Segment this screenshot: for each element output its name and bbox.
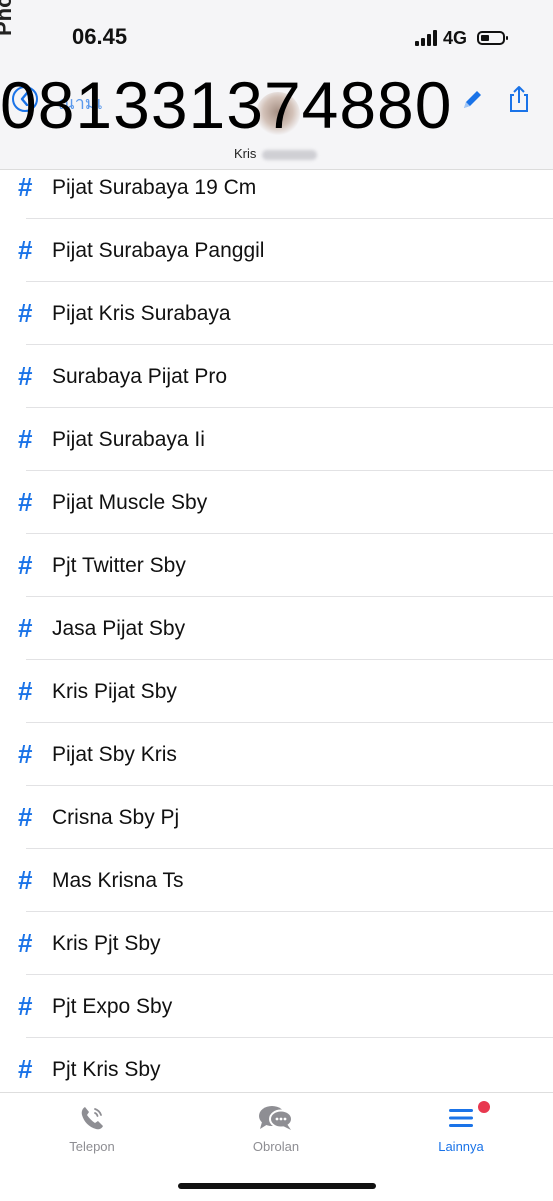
share-icon[interactable] xyxy=(505,84,533,114)
tag-label: Kris Pjt Sby xyxy=(52,931,161,955)
tag-label: Kris Pijat Sby xyxy=(52,679,177,703)
tag-label: Pijat Surabaya 19 Cm xyxy=(52,175,257,199)
tag-item[interactable]: # Pijat Kris Surabaya xyxy=(0,282,553,345)
tag-item[interactable]: # Surabaya Pijat Pro xyxy=(0,345,553,408)
menu-icon xyxy=(391,1101,531,1135)
tag-item[interactable]: # Pjt Twitter Sby xyxy=(0,534,553,597)
hash-icon: # xyxy=(18,928,33,958)
tag-list: # Pijat Surabaya 19 Cm # Pijat Surabaya Pa… xyxy=(0,156,553,1091)
tag-label: Jasa Pijat Sby xyxy=(52,616,186,640)
tag-label: Pijat Surabaya Panggil xyxy=(52,238,265,262)
hash-icon: # xyxy=(18,739,33,769)
tab-telepon[interactable]: Telepon xyxy=(22,1101,162,1154)
tag-label: Mas Krisna Ts xyxy=(52,868,184,892)
hash-icon: # xyxy=(18,172,33,202)
hash-icon: # xyxy=(18,676,33,706)
tag-label: Surabaya Pijat Pro xyxy=(52,364,228,388)
tag-label: Crisna Sby Pj xyxy=(52,805,180,829)
side-watermark-text: Photo xyxy=(0,0,16,36)
hash-icon: # xyxy=(18,487,33,517)
hash-icon: # xyxy=(18,550,33,580)
home-indicator xyxy=(178,1183,376,1189)
tag-item[interactable]: # Pjt Expo Sby xyxy=(0,975,553,1038)
tag-label: Pjt Twitter Sby xyxy=(52,553,186,577)
tag-label: Pijat Surabaya Ii xyxy=(52,427,205,451)
hash-icon: # xyxy=(18,424,33,454)
hash-icon: # xyxy=(18,298,33,328)
notification-badge xyxy=(478,1101,490,1113)
status-time: 06.45 xyxy=(72,24,128,49)
hash-icon: # xyxy=(18,235,33,265)
tag-item[interactable]: # Pijat Sby Kris xyxy=(0,723,553,786)
hash-icon: # xyxy=(18,802,33,832)
tag-item[interactable]: # Pijat Surabaya 19 Cm xyxy=(0,156,553,219)
tab-lainnya[interactable]: Lainnya xyxy=(391,1101,531,1154)
tag-label: Pijat Sby Kris xyxy=(52,742,177,766)
battery-icon xyxy=(477,31,508,45)
phone-icon xyxy=(22,1101,162,1135)
tag-item[interactable]: # Kris Pijat Sby xyxy=(0,660,553,723)
hash-icon: # xyxy=(18,865,33,895)
hash-icon: # xyxy=(18,613,33,643)
tag-item[interactable]: # Crisna Sby Pj xyxy=(0,786,553,849)
tag-label: Pjt Kris Sby xyxy=(52,1057,161,1081)
status-icons: 4G xyxy=(414,27,508,49)
hash-icon: # xyxy=(18,991,33,1021)
tag-item[interactable]: # Pijat Surabaya Panggil xyxy=(0,219,553,282)
tag-label: Pijat Muscle Sby xyxy=(52,490,208,514)
contact-header: Photo 06.45 4G ณามเ 081331374880 Kris xyxy=(0,0,553,170)
tab-label: Lainnya xyxy=(438,1139,484,1154)
hash-icon: # xyxy=(18,1054,33,1084)
chat-icon xyxy=(206,1101,346,1135)
tag-item[interactable]: # Pijat Surabaya Ii xyxy=(0,408,553,471)
tag-item[interactable]: # Pjt Kris Sby xyxy=(0,1038,553,1091)
side-watermark: Photo xyxy=(0,0,17,60)
tab-label: Telepon xyxy=(69,1139,115,1154)
tag-label: Pjt Expo Sby xyxy=(52,994,173,1018)
tab-label: Obrolan xyxy=(252,1139,300,1154)
tag-item[interactable]: # Kris Pjt Sby xyxy=(0,912,553,975)
tab-obrolan[interactable]: Obrolan xyxy=(206,1101,346,1154)
tag-item[interactable]: # Jasa Pijat Sby xyxy=(0,597,553,660)
tag-label: Pijat Kris Surabaya xyxy=(52,301,231,325)
network-type: 4G xyxy=(442,27,467,48)
tag-item[interactable]: # Pijat Muscle Sby xyxy=(0,471,553,534)
tag-item[interactable]: # Mas Krisna Ts xyxy=(0,849,553,912)
hash-icon: # xyxy=(18,361,33,391)
edit-icon[interactable] xyxy=(458,86,486,114)
signal-icon xyxy=(414,30,437,46)
